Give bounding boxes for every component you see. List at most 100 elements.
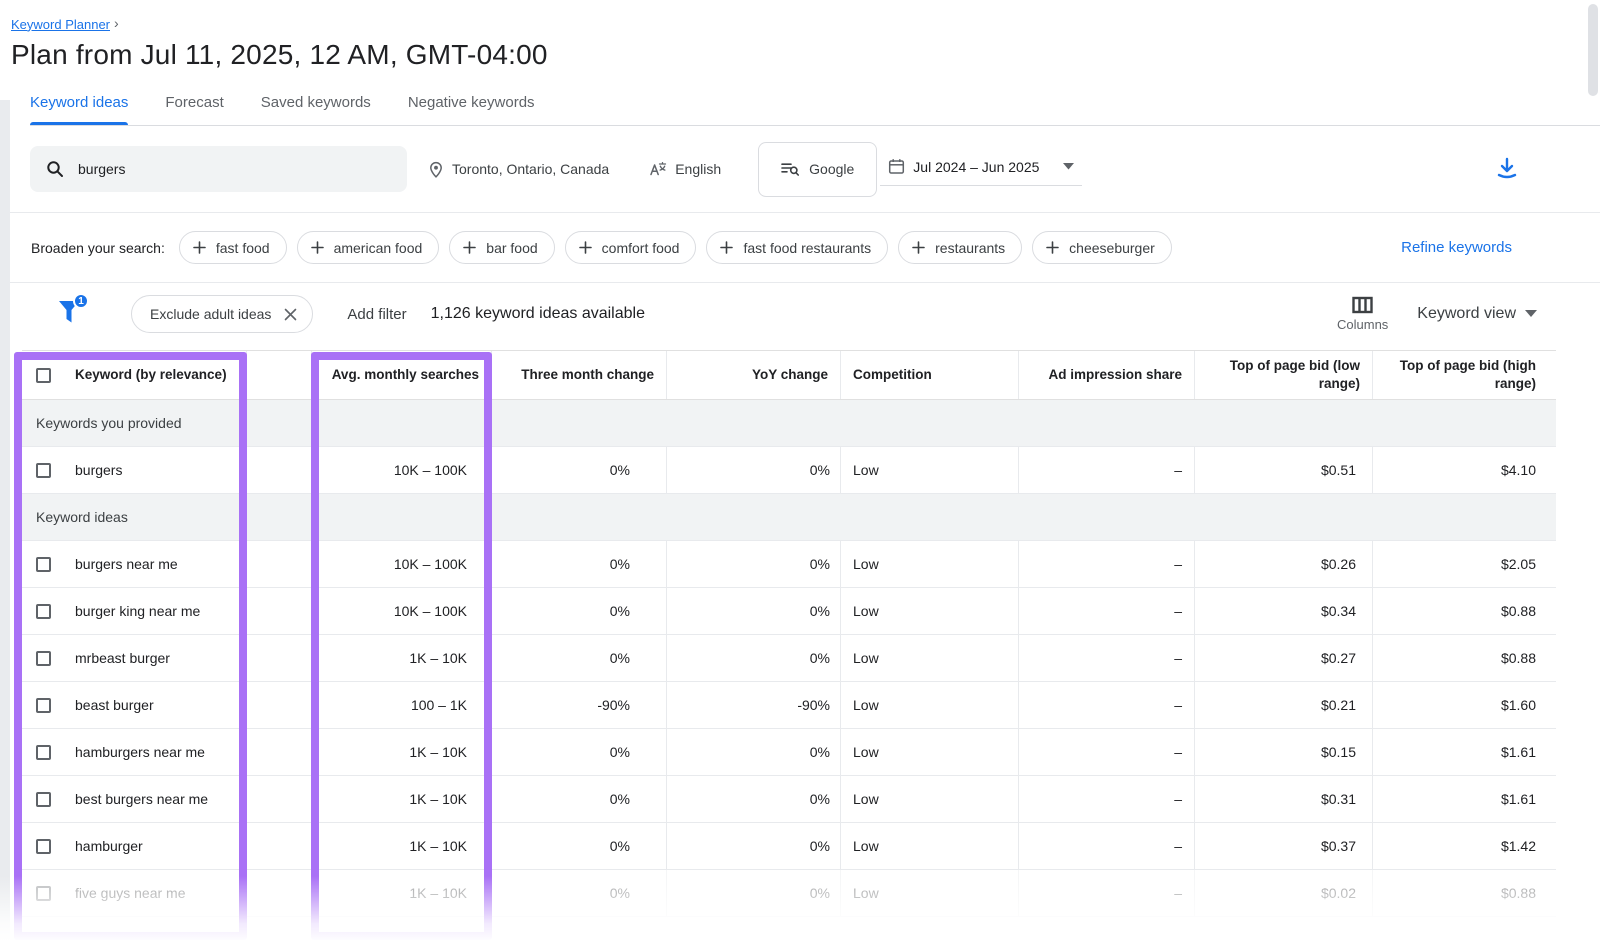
scrollbar-thumb[interactable] xyxy=(1588,4,1598,96)
cell-three-month-change: 0% xyxy=(491,588,666,634)
row-checkbox[interactable] xyxy=(36,557,51,572)
row-checkbox[interactable] xyxy=(36,792,51,807)
select-all-checkbox[interactable] xyxy=(36,368,51,383)
translate-icon xyxy=(649,161,667,177)
row-checkbox[interactable] xyxy=(36,604,51,619)
plus-icon xyxy=(912,241,925,254)
cell-top-bid-low: $0.31 xyxy=(1194,776,1372,822)
cell-competition: Low xyxy=(840,682,1018,728)
cell-ad-impression-share: – xyxy=(1018,541,1194,587)
keyword-cell: beast burger xyxy=(22,682,246,728)
search-input[interactable]: burgers xyxy=(30,146,407,192)
download-button[interactable] xyxy=(1496,157,1518,181)
header-three-month-change[interactable]: Three month change xyxy=(491,351,666,399)
broaden-search-row: Broaden your search: fast foodamerican f… xyxy=(0,213,1600,283)
tab-forecast[interactable]: Forecast xyxy=(165,80,223,125)
active-filter-chip[interactable]: Exclude adult ideas xyxy=(131,295,313,333)
cell-top-bid-high: $0.88 xyxy=(1372,588,1556,634)
chip-label: american food xyxy=(334,240,423,256)
language-selector[interactable]: English xyxy=(649,161,721,177)
cell-competition: Low xyxy=(840,823,1018,869)
row-checkbox[interactable] xyxy=(36,745,51,760)
chip-label: comfort food xyxy=(602,240,680,256)
broaden-chip-bar-food[interactable]: bar food xyxy=(449,231,554,264)
breadcrumb-link[interactable]: Keyword Planner xyxy=(11,17,110,32)
cell-competition: Low xyxy=(840,541,1018,587)
row-checkbox[interactable] xyxy=(36,651,51,666)
cell-three-month-change: 0% xyxy=(491,870,666,916)
broaden-chip-american-food[interactable]: american food xyxy=(297,231,440,264)
tab-negative-keywords[interactable]: Negative keywords xyxy=(408,80,535,125)
table-row: burgers10K – 100K0%0%Low–$0.51$4.10 xyxy=(22,447,1556,494)
close-icon[interactable] xyxy=(284,308,297,321)
row-checkbox[interactable] xyxy=(36,886,51,901)
cell-top-bid-low: $0.51 xyxy=(1194,447,1372,493)
header-top-bid-high[interactable]: Top of page bid (high range) xyxy=(1372,351,1556,399)
cell-avg-monthly-searches: 10K – 100K xyxy=(311,447,491,493)
cell-top-bid-low: $0.34 xyxy=(1194,588,1372,634)
cell-three-month-change: 0% xyxy=(491,823,666,869)
view-label: Keyword view xyxy=(1417,305,1516,323)
cell-three-month-change: 0% xyxy=(491,729,666,775)
date-range-selector[interactable]: Jul 2024 – Jun 2025 xyxy=(880,152,1082,186)
table-row: best burgers near me1K – 10K0%0%Low–$0.3… xyxy=(22,776,1556,823)
broaden-chip-restaurants[interactable]: restaurants xyxy=(898,231,1022,264)
columns-label: Columns xyxy=(1337,317,1388,332)
page-header: Keyword Planner › Plan from Jul 11, 2025… xyxy=(0,0,1600,71)
row-checkbox[interactable] xyxy=(36,463,51,478)
network-selector[interactable]: Google xyxy=(758,142,877,197)
page-title: Plan from Jul 11, 2025, 12 AM, GMT-04:00 xyxy=(11,39,1600,71)
chip-label: fast food xyxy=(216,240,270,256)
header-spacer xyxy=(246,351,311,399)
cell-ad-impression-share: – xyxy=(1018,447,1194,493)
tab-saved-keywords[interactable]: Saved keywords xyxy=(261,80,371,125)
plus-icon xyxy=(193,241,206,254)
tab-bar: Keyword ideas Forecast Saved keywords Ne… xyxy=(30,80,1600,126)
keyword-label: best burgers near me xyxy=(75,791,208,807)
search-controls-row: burgers Toronto, Ontario, Canada English… xyxy=(0,126,1600,213)
chip-label: fast food restaurants xyxy=(743,240,871,256)
chip-label: cheeseburger xyxy=(1069,240,1155,256)
add-filter-button[interactable]: Add filter xyxy=(347,306,406,323)
broaden-chip-fast-food-restaurants[interactable]: fast food restaurants xyxy=(706,231,888,264)
table-row: burgers near me10K – 100K0%0%Low–$0.26$2… xyxy=(22,541,1556,588)
cell-ad-impression-share: – xyxy=(1018,870,1194,916)
cell-competition: Low xyxy=(840,776,1018,822)
tab-keyword-ideas[interactable]: Keyword ideas xyxy=(30,80,128,125)
keyword-cell: burgers xyxy=(22,447,246,493)
header-avg-monthly-searches[interactable]: Avg. monthly searches xyxy=(311,351,491,399)
language-value: English xyxy=(675,161,721,177)
network-value: Google xyxy=(809,161,854,177)
cell-yoy-change: 0% xyxy=(666,541,840,587)
broaden-chip-fast-food[interactable]: fast food xyxy=(179,231,287,264)
cell-top-bid-high: $1.60 xyxy=(1372,682,1556,728)
chip-label: restaurants xyxy=(935,240,1005,256)
view-selector[interactable]: Keyword view xyxy=(1417,305,1537,323)
header-ad-impression-share[interactable]: Ad impression share xyxy=(1018,351,1194,399)
cell-avg-monthly-searches: 1K – 10K xyxy=(311,870,491,916)
section-label: Keyword ideas xyxy=(22,494,1556,540)
cell-competition: Low xyxy=(840,447,1018,493)
header-keyword-label: Keyword (by relevance) xyxy=(75,366,227,384)
columns-button[interactable]: Columns xyxy=(1337,296,1388,332)
columns-icon xyxy=(1352,296,1373,314)
breadcrumb: Keyword Planner › xyxy=(11,16,1600,32)
cell-top-bid-low: $0.37 xyxy=(1194,823,1372,869)
date-range-value: Jul 2024 – Jun 2025 xyxy=(913,159,1039,175)
row-checkbox[interactable] xyxy=(36,839,51,854)
spacer-cell xyxy=(246,776,311,822)
row-checkbox[interactable] xyxy=(36,698,51,713)
table-row: mrbeast burger1K – 10K0%0%Low–$0.27$0.88 xyxy=(22,635,1556,682)
header-yoy-change[interactable]: YoY change xyxy=(666,351,840,399)
location-value: Toronto, Ontario, Canada xyxy=(452,161,609,177)
spacer-cell xyxy=(246,588,311,634)
broaden-chip-cheeseburger[interactable]: cheeseburger xyxy=(1032,231,1172,264)
header-competition[interactable]: Competition xyxy=(840,351,1018,399)
header-top-bid-low[interactable]: Top of page bid (low range) xyxy=(1194,351,1372,399)
location-selector[interactable]: Toronto, Ontario, Canada xyxy=(428,161,609,178)
filter-button[interactable]: 1 xyxy=(57,299,83,329)
spacer-cell xyxy=(246,870,311,916)
broaden-chip-comfort-food[interactable]: comfort food xyxy=(565,231,697,264)
refine-keywords-link[interactable]: Refine keywords xyxy=(1401,239,1512,256)
keyword-cell: best burgers near me xyxy=(22,776,246,822)
